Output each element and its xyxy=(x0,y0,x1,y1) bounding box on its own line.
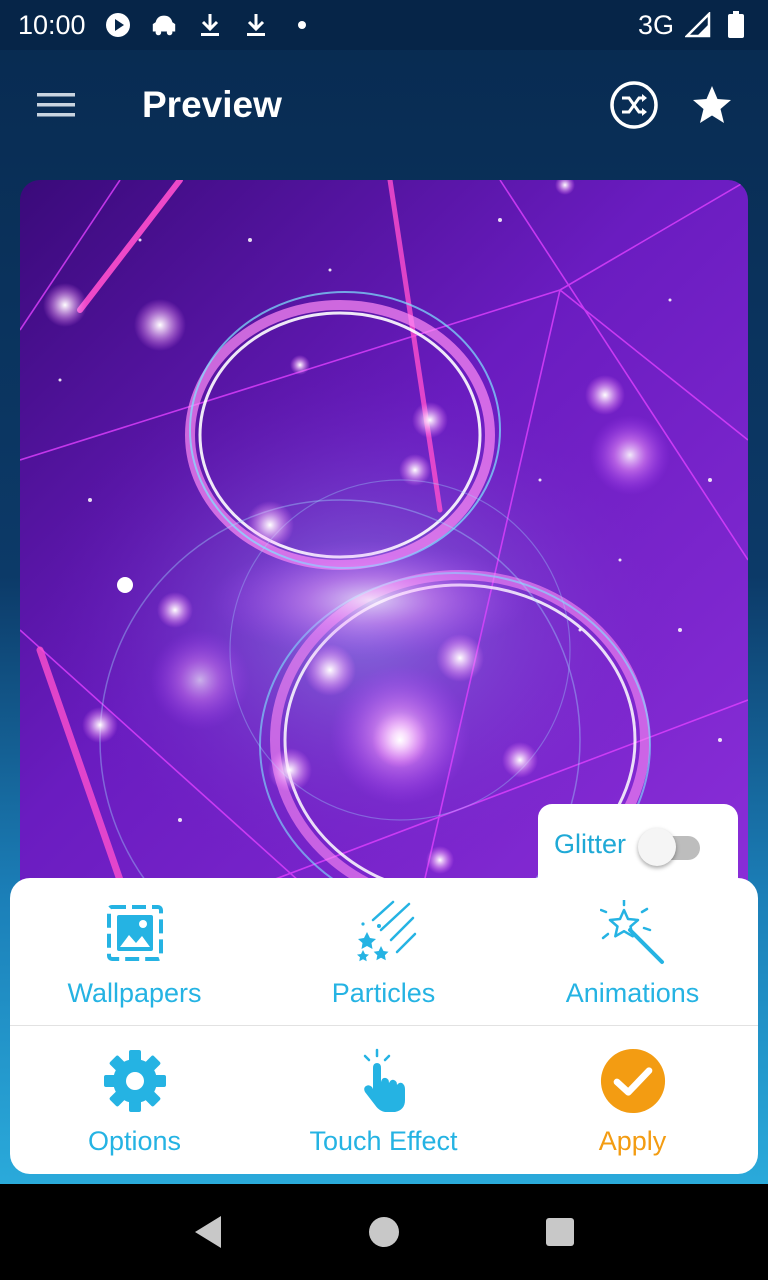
particles-label: Particles xyxy=(331,978,436,1008)
dot-icon xyxy=(288,11,316,39)
play-icon xyxy=(104,11,132,39)
network-type: 3G xyxy=(637,9,674,40)
image-icon xyxy=(102,900,168,966)
download-icon xyxy=(242,11,270,39)
apply-button[interactable]: Apply xyxy=(508,1026,757,1174)
particles-button[interactable]: Particles xyxy=(259,878,508,1026)
menu-icon xyxy=(37,93,75,117)
wallpapers-button[interactable]: Wallpapers xyxy=(10,878,259,1026)
signal-icon xyxy=(684,11,712,39)
menu-button[interactable] xyxy=(30,79,82,131)
glitter-label: Glitter xyxy=(554,828,627,859)
recents-icon xyxy=(546,1218,574,1246)
back-icon xyxy=(195,1216,221,1248)
favorite-button[interactable] xyxy=(686,79,738,131)
shuffle-icon xyxy=(610,81,658,129)
animations-label: Animations xyxy=(565,978,700,1008)
glitter-toggle-card: Glitter xyxy=(538,804,738,884)
animations-button[interactable]: Animations xyxy=(508,878,757,1026)
gear-icon xyxy=(102,1048,168,1114)
action-panel: Wallpapers Particles Animations Options … xyxy=(10,878,758,1174)
status-bar: 10:00 3G xyxy=(0,0,768,50)
app-bar: Preview xyxy=(0,50,768,160)
touch-icon xyxy=(351,1048,417,1114)
home-button[interactable] xyxy=(354,1202,414,1262)
wallpaper-preview-image xyxy=(20,180,748,900)
options-label: Options xyxy=(87,1126,182,1156)
switch-thumb xyxy=(638,828,677,866)
apply-label: Apply xyxy=(598,1126,667,1156)
wallpaper-preview[interactable] xyxy=(20,180,748,900)
back-button[interactable] xyxy=(178,1202,238,1262)
star-icon xyxy=(693,86,731,123)
download-icon xyxy=(196,11,224,39)
wallpapers-label: Wallpapers xyxy=(67,978,202,1008)
page-title: Preview xyxy=(142,84,282,125)
home-icon xyxy=(369,1217,399,1247)
car-icon xyxy=(150,11,178,39)
options-button[interactable]: Options xyxy=(10,1026,259,1174)
touch-effect-button[interactable]: Touch Effect xyxy=(259,1026,508,1174)
system-nav-bar xyxy=(0,1184,768,1280)
check-circle-icon xyxy=(600,1048,666,1114)
status-time: 10:00 xyxy=(18,9,86,40)
touch-effect-label: Touch Effect xyxy=(309,1126,458,1156)
shuffle-button[interactable] xyxy=(608,79,660,131)
recents-button[interactable] xyxy=(530,1202,590,1262)
magic-wand-icon xyxy=(599,900,666,966)
glitter-switch[interactable] xyxy=(638,824,701,866)
battery-icon xyxy=(722,11,750,39)
particles-icon xyxy=(351,900,417,966)
